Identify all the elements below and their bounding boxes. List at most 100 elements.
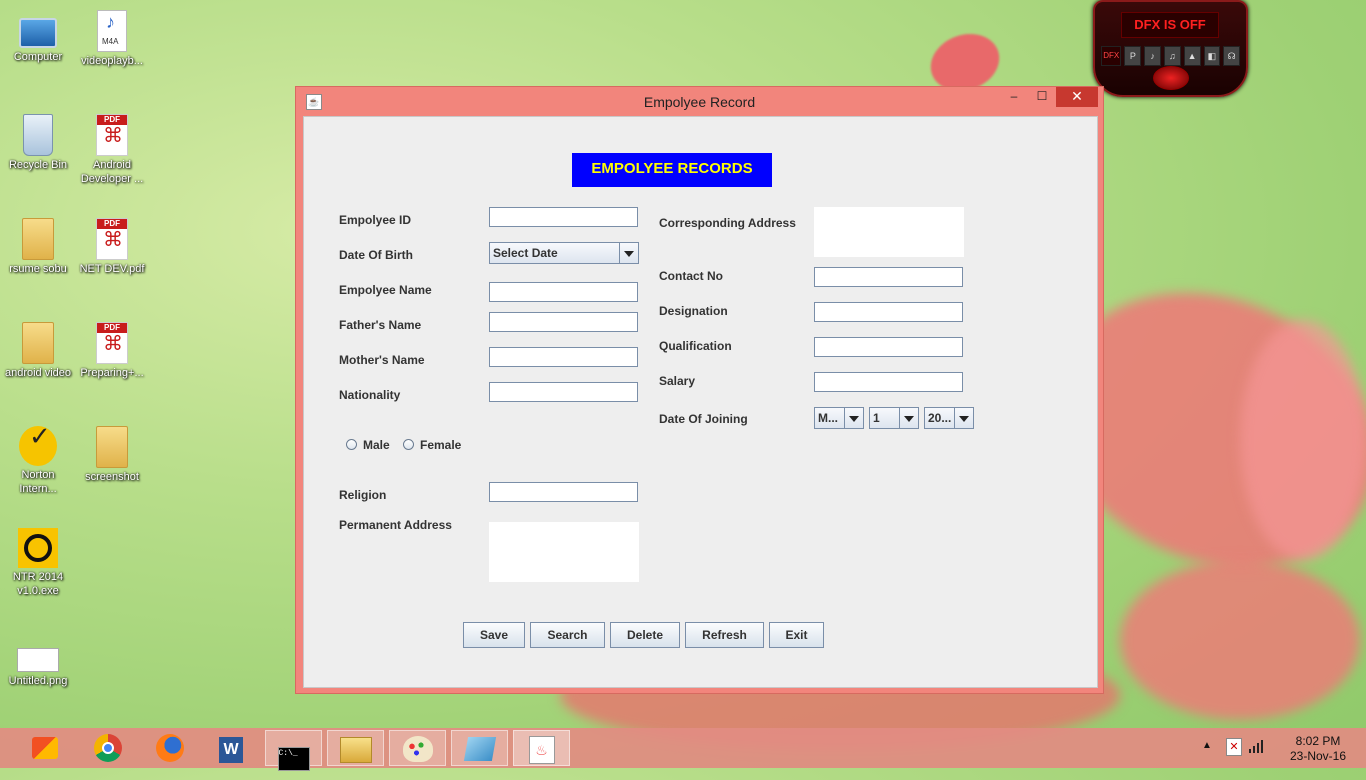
- desktop-icon-videoplayback[interactable]: ♪ M4A videoplayb...: [76, 10, 148, 68]
- dfx-logo-button[interactable]: DFX: [1100, 46, 1122, 66]
- chevron-down-icon[interactable]: [619, 243, 638, 263]
- taskbar: W C:\_ ♨ ▲ ✕ 8:02 PM 23-Nov-16: [0, 728, 1366, 771]
- gender-male-label: Male: [363, 438, 390, 452]
- permanent-address-textarea[interactable]: [489, 522, 639, 582]
- religion-input[interactable]: [489, 482, 638, 502]
- dfx-speaker-button[interactable]: ◧: [1203, 46, 1221, 66]
- dfx-eject-button[interactable]: ▲: [1183, 46, 1201, 66]
- desktop-icon-label: rsume sobu: [9, 263, 67, 275]
- firefox-icon: [156, 734, 184, 762]
- start-button[interactable]: [16, 730, 74, 766]
- close-button[interactable]: ✕: [1056, 87, 1098, 107]
- designation-label: Designation: [659, 304, 728, 318]
- maximize-button[interactable]: ☐: [1029, 87, 1055, 107]
- reader-icon: [463, 737, 496, 761]
- employee-name-label: Empolyee Name: [339, 283, 432, 297]
- qualification-input[interactable]: [814, 337, 963, 357]
- signal-bars-icon[interactable]: [1248, 738, 1264, 778]
- chrome-icon: [94, 734, 122, 762]
- music-file-icon: ♪ M4A: [97, 10, 127, 52]
- designation-input[interactable]: [814, 302, 963, 322]
- flower-petal: [1240, 320, 1366, 560]
- desktop-icon-norton[interactable]: ✓ Norton Intern...: [2, 423, 74, 496]
- window-titlebar[interactable]: ☕ Empolyee Record – ☐ ✕: [296, 87, 1103, 116]
- contact-no-label: Contact No: [659, 269, 723, 283]
- dfx-preset-button[interactable]: P: [1124, 46, 1142, 66]
- dfx-music-button[interactable]: ♪: [1144, 46, 1161, 66]
- gender-female-radio[interactable]: [403, 439, 414, 450]
- folder-icon: [22, 218, 54, 260]
- taskbar-java-app[interactable]: ♨: [513, 730, 570, 766]
- delete-button[interactable]: Delete: [610, 622, 680, 648]
- desktop-icon-label: NTR 2014 v1.0.exe: [12, 571, 64, 597]
- mother-name-input[interactable]: [489, 347, 638, 367]
- show-hidden-icons-icon[interactable]: ▲: [1202, 740, 1212, 780]
- taskbar-word[interactable]: W: [202, 730, 260, 766]
- form-panel: EMPOLYEE RECORDS Empolyee ID Date Of Bir…: [303, 116, 1098, 688]
- computer-icon: [19, 18, 57, 48]
- taskbar-cmd[interactable]: C:\_: [265, 730, 322, 771]
- taskbar-paint[interactable]: [389, 730, 446, 766]
- dfx-status-display: DFX IS OFF: [1121, 12, 1219, 38]
- desktop-icon-label: NET DEV.pdf: [79, 263, 145, 275]
- power-icon[interactable]: [1153, 66, 1189, 90]
- corresponding-address-label: Corresponding Address: [659, 216, 796, 230]
- search-button[interactable]: Search: [530, 622, 605, 648]
- desktop-icon-label: Recycle Bin: [8, 159, 68, 171]
- doj-month-select[interactable]: M...: [814, 407, 864, 429]
- folder-icon: [96, 426, 128, 468]
- chevron-down-icon[interactable]: [954, 408, 973, 428]
- desktop-icon-label: Untitled.png: [8, 675, 68, 687]
- salary-input[interactable]: [814, 372, 963, 392]
- dob-date-picker[interactable]: Select Date: [489, 242, 639, 264]
- save-button[interactable]: Save: [463, 622, 525, 648]
- dfx-music2-button[interactable]: ♫: [1163, 46, 1181, 66]
- dob-label: Date Of Birth: [339, 248, 414, 262]
- action-center-flag-icon[interactable]: ✕: [1226, 738, 1242, 756]
- desktop-icon-recycle-bin[interactable]: Recycle Bin: [2, 114, 74, 172]
- chevron-down-icon[interactable]: [844, 408, 863, 428]
- corresponding-address-textarea[interactable]: [814, 207, 964, 257]
- clock-time: 8:02 PM: [1295, 734, 1341, 748]
- clock-date: 23-Nov-16: [1289, 749, 1347, 763]
- desktop-icon-net-dev-pdf[interactable]: PDF ⌘ NET DEV.pdf: [76, 218, 148, 276]
- employee-id-input[interactable]: [489, 207, 638, 227]
- taskbar-chrome[interactable]: [79, 730, 137, 766]
- desktop-icon-android-video[interactable]: android video: [2, 322, 74, 380]
- nationality-label: Nationality: [339, 388, 401, 402]
- file-explorer-icon: [339, 737, 372, 763]
- father-name-input[interactable]: [489, 312, 638, 332]
- exit-button[interactable]: Exit: [769, 622, 824, 648]
- dfx-audio-widget[interactable]: DFX IS OFF DFX P ♪ ♫ ▲ ◧ ☊: [1093, 0, 1248, 97]
- doj-year-select[interactable]: 20...: [924, 407, 974, 429]
- taskbar-reader[interactable]: [451, 730, 508, 766]
- system-clock[interactable]: 8:02 PM 23-Nov-16: [1278, 734, 1358, 764]
- salary-label: Salary: [659, 374, 696, 388]
- permanent-address-label: Permanent Address: [339, 518, 452, 532]
- desktop-icon-rsume-sobu[interactable]: rsume sobu: [2, 218, 74, 276]
- taskbar-explorer[interactable]: [327, 730, 384, 766]
- minimize-button[interactable]: –: [1001, 87, 1027, 107]
- image-file-icon: [17, 648, 59, 672]
- chevron-down-icon[interactable]: [899, 408, 918, 428]
- desktop-icon-android-developer[interactable]: PDF ⌘ Android Developer ...: [76, 114, 148, 186]
- nationality-input[interactable]: [489, 382, 638, 402]
- ntr-app-icon: [18, 528, 58, 568]
- paint-icon: [402, 736, 433, 762]
- desktop-icon-ntr-2014[interactable]: NTR 2014 v1.0.exe: [2, 528, 74, 598]
- recycle-bin-icon: [23, 114, 53, 156]
- gender-male-radio[interactable]: [346, 439, 357, 450]
- pdf-icon: PDF ⌘: [96, 218, 128, 260]
- employee-name-input[interactable]: [489, 282, 638, 302]
- desktop-icon-preparing[interactable]: PDF ⌘ Preparing+...: [76, 322, 148, 380]
- taskbar-firefox[interactable]: [141, 730, 199, 766]
- refresh-button[interactable]: Refresh: [685, 622, 764, 648]
- doj-day-select[interactable]: 1: [869, 407, 919, 429]
- desktop-icon-screenshot[interactable]: screenshot: [76, 426, 148, 484]
- folder-icon: [22, 322, 54, 364]
- contact-no-input[interactable]: [814, 267, 963, 287]
- pdf-icon: PDF ⌘: [96, 322, 128, 364]
- dfx-headphone-button[interactable]: ☊: [1223, 46, 1241, 66]
- desktop-icon-computer[interactable]: Computer: [2, 10, 74, 64]
- desktop-icon-untitled-png[interactable]: Untitled.png: [2, 634, 74, 688]
